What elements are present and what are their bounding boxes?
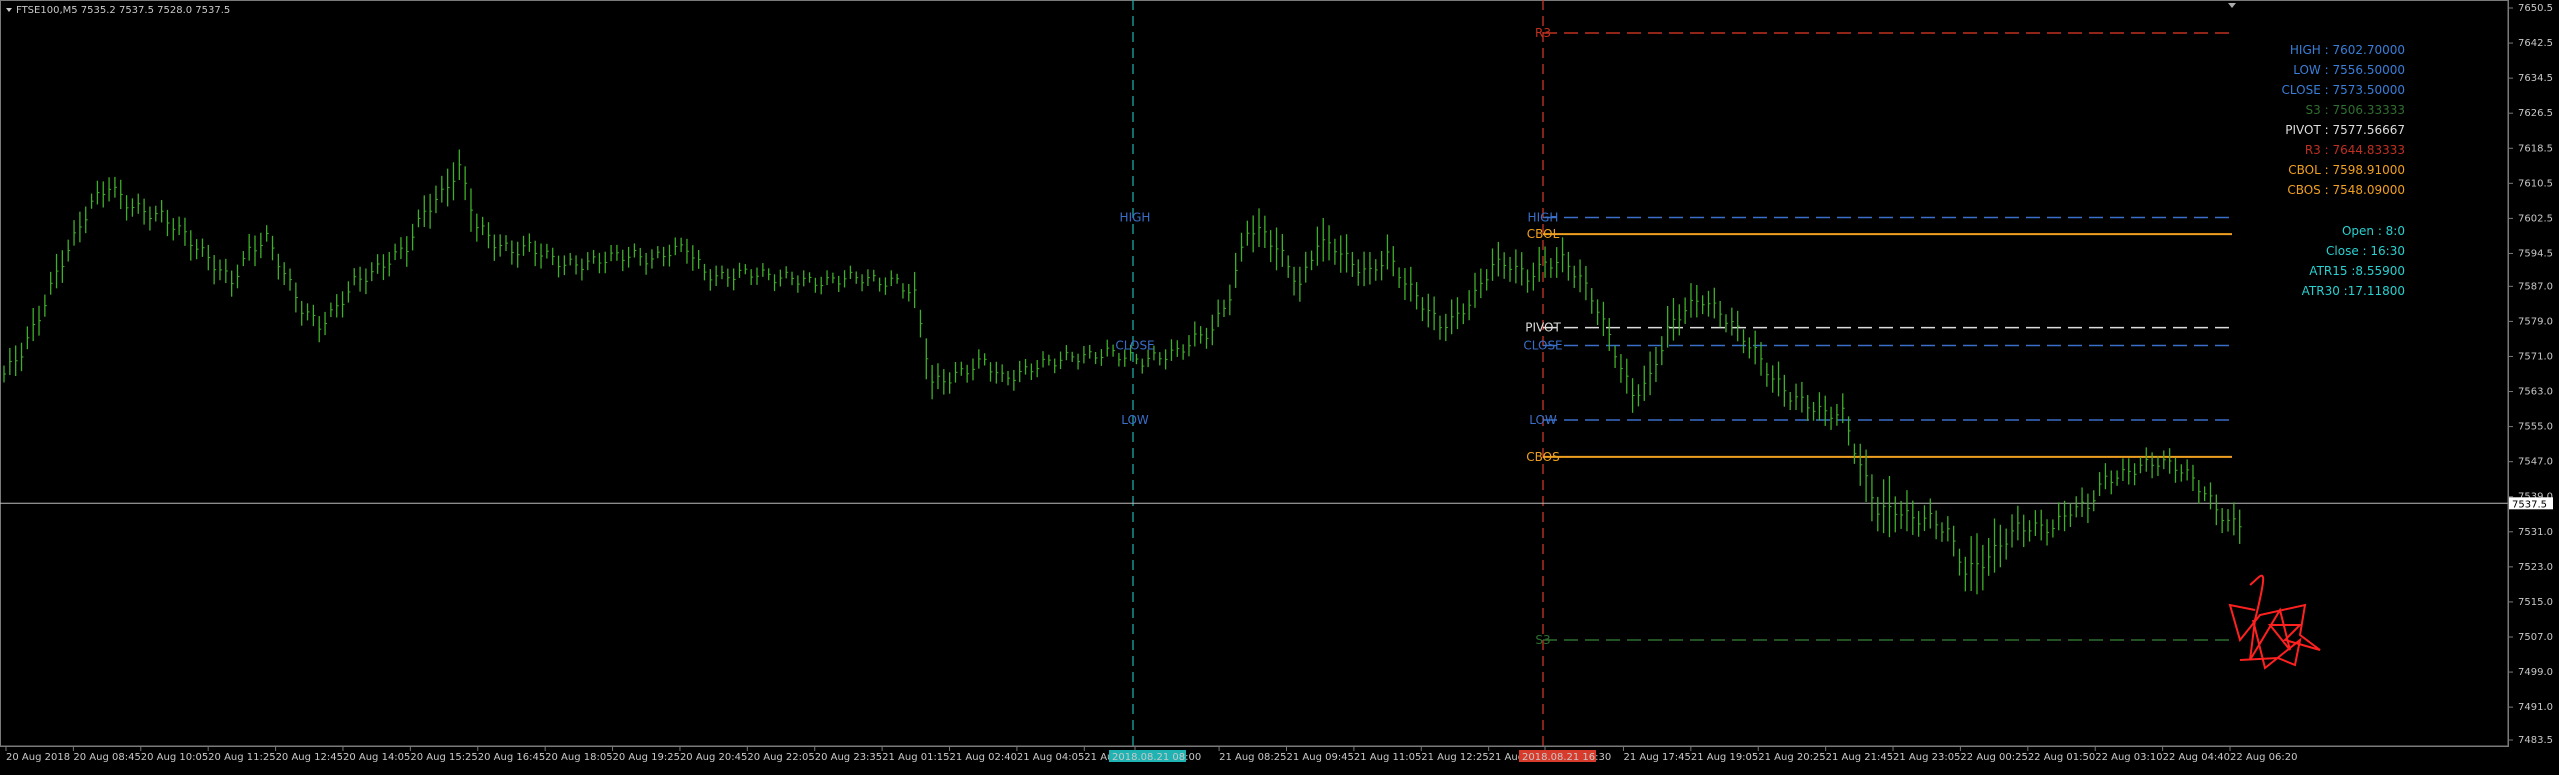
level-label-s3: S3 <box>1535 633 1550 647</box>
y-tick-label: 7507.0 <box>2518 632 2553 643</box>
info-line: CLOSE : 7573.50000 <box>2282 83 2405 97</box>
y-tick-label: 7483.5 <box>2518 735 2553 746</box>
x-tick-label: 22 Aug 03:10 <box>2095 752 2162 763</box>
stat-line: ATR30 :17.11800 <box>2302 284 2405 298</box>
y-tick-label: 7626.5 <box>2518 108 2553 119</box>
x-tick-label: 20 Aug 15:25 <box>410 752 477 763</box>
info-line: S3 : 7506.33333 <box>2306 103 2405 117</box>
x-tick-label: 20 Aug 16:45 <box>478 752 545 763</box>
red-scribble-1[interactable] <box>2228 574 2321 661</box>
x-tick-label: 20 Aug 18:05 <box>545 752 612 763</box>
info-line: CBOS : 7548.09000 <box>2287 183 2405 197</box>
x-tick-label: 20 Aug 19:25 <box>613 752 680 763</box>
x-tick-label: 20 Aug 12:45 <box>276 752 343 763</box>
prev-day-label-close: CLOSE <box>1115 339 1154 353</box>
x-tick-label: 21 Aug 02:40 <box>950 752 1017 763</box>
symbol-info: FTSE100,M5 7535.2 7537.5 7528.0 7537.5 <box>16 5 230 16</box>
info-line: CBOL : 7598.91000 <box>2288 163 2405 177</box>
x-tick-label: 20 Aug 20:45 <box>680 752 747 763</box>
info-line: PIVOT : 7577.56667 <box>2285 123 2405 137</box>
x-tick-label: 20 Aug 11:25 <box>208 752 275 763</box>
y-tick-label: 7547.0 <box>2518 457 2553 468</box>
y-tick-label: 7515.0 <box>2518 597 2553 608</box>
x-tick-label: 21 Aug 11:05 <box>1354 752 1421 763</box>
x-tick-label: 22 Aug 04:40 <box>2163 752 2230 763</box>
y-tick-label: 7579.0 <box>2518 316 2553 327</box>
x-tick-label: 20 Aug 14:05 <box>343 752 410 763</box>
y-tick-label: 7491.0 <box>2518 702 2553 713</box>
y-tick-label: 7602.5 <box>2518 213 2553 224</box>
y-tick-label: 7571.0 <box>2518 351 2553 362</box>
level-label-r3: R3 <box>1535 26 1551 40</box>
x-tick-label: 21 Aug 08:25 <box>1219 752 1286 763</box>
y-tick-label: 7587.0 <box>2518 281 2553 292</box>
level-label-close: CLOSE <box>1523 339 1562 353</box>
y-tick-label: 7523.0 <box>2518 562 2553 573</box>
chart-window[interactable]: FTSE100,M5 7535.2 7537.5 7528.0 7537.5 R… <box>0 0 2559 771</box>
stat-line: Close : 16:30 <box>2326 244 2405 258</box>
x-tick-label: 20 Aug 22:05 <box>747 752 814 763</box>
x-tick-label: 21 Aug 12:25 <box>1421 752 1488 763</box>
stat-line: Open : 8:0 <box>2342 224 2405 238</box>
x-tick-label: 21 Aug 20:25 <box>1758 752 1825 763</box>
y-tick-label: 7594.5 <box>2518 248 2553 259</box>
y-tick-label: 7499.0 <box>2518 667 2553 678</box>
plot-frame <box>0 0 2509 747</box>
x-tick-label: 20 Aug 23:35 <box>815 752 882 763</box>
x-tick-label: 22 Aug 06:20 <box>2230 752 2297 763</box>
x-tick-label: 22 Aug 00:25 <box>1960 752 2027 763</box>
x-tick-label: 21 Aug 23:05 <box>1893 752 1960 763</box>
x-tick-label: 2018.08.21 08:00 <box>1112 752 1201 763</box>
stat-line: ATR15 :8.55900 <box>2309 264 2405 278</box>
x-tick-label: 20 Aug 2018 <box>6 752 70 763</box>
y-tick-label: 7555.0 <box>2518 422 2553 433</box>
level-label-cbol: CBOL <box>1527 227 1560 241</box>
info-line: HIGH : 7602.70000 <box>2290 43 2405 57</box>
y-tick-label: 7610.5 <box>2518 178 2553 189</box>
x-tick-label: 22 Aug 01:50 <box>2028 752 2095 763</box>
price-chart[interactable]: FTSE100,M5 7535.2 7537.5 7528.0 7537.5 R… <box>0 0 2559 771</box>
x-tick-label: 21 Aug 04:05 <box>1017 752 1084 763</box>
x-tick-label: 21 Aug 21:45 <box>1826 752 1893 763</box>
y-tick-label: 7531.0 <box>2518 527 2553 538</box>
dropdown-triangle-icon[interactable] <box>6 8 12 12</box>
prev-day-label-low: LOW <box>1121 413 1149 427</box>
y-tick-label: 7650.5 <box>2518 3 2553 14</box>
y-tick-label: 7642.5 <box>2518 38 2553 49</box>
info-line: R3 : 7644.83333 <box>2305 143 2405 157</box>
x-tick-label: 21 Aug 01:15 <box>882 752 949 763</box>
y-tick-label: 7563.0 <box>2518 387 2553 398</box>
level-label-high: HIGH <box>1528 211 1559 225</box>
x-tick-label: 2018.08.21 16:30 <box>1522 752 1611 763</box>
y-tick-label: 7618.5 <box>2518 143 2553 154</box>
prev-day-label-high: HIGH <box>1120 211 1151 225</box>
x-tick-label: 20 Aug 08:45 <box>73 752 140 763</box>
chart-shift-marker-icon[interactable] <box>2228 3 2236 8</box>
level-label-pivot: PIVOT <box>1525 321 1561 335</box>
info-line: LOW : 7556.50000 <box>2293 63 2405 77</box>
x-tick-label: 21 Aug 19:05 <box>1691 752 1758 763</box>
y-tick-label: 7634.5 <box>2518 73 2553 84</box>
level-label-low: LOW <box>1529 413 1557 427</box>
level-label-cbos: CBOS <box>1526 450 1559 464</box>
x-tick-label: 20 Aug 10:05 <box>141 752 208 763</box>
freehand-drawing[interactable] <box>2228 574 2321 670</box>
current-price-label: 7537.5 <box>2512 499 2547 510</box>
x-tick-label: 21 Aug 17:45 <box>1623 752 1690 763</box>
x-tick-label: 21 Aug 09:45 <box>1286 752 1353 763</box>
